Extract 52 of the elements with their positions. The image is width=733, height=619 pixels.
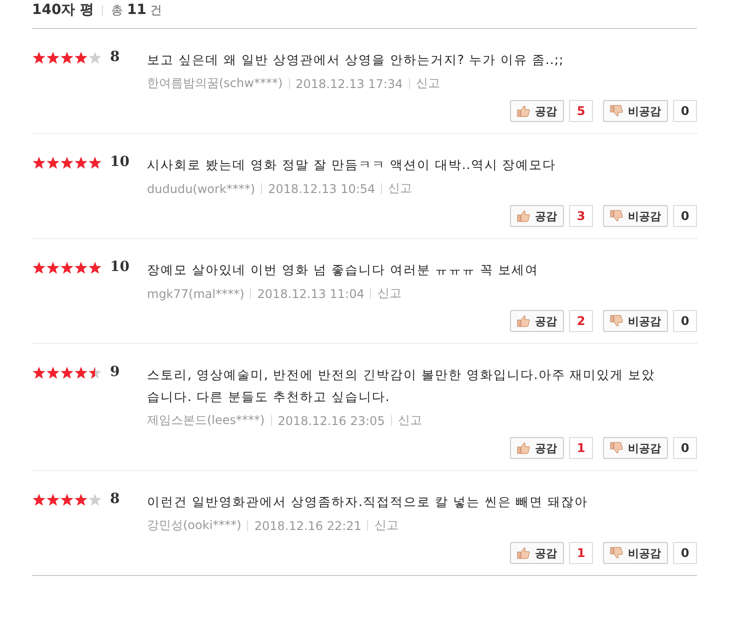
author-name: 한여름밤의꿈(schw****) [147, 75, 283, 92]
dislike-count: 0 [673, 205, 697, 227]
author-name: mgk77(mal****) [147, 286, 244, 300]
like-count: 3 [569, 205, 593, 227]
score: 8 [110, 491, 120, 507]
author-name: 강민성(ooki****) [147, 517, 242, 534]
dislike-button[interactable]: 비공감 [603, 100, 668, 122]
review-date: 2018.12.13 11:04 [257, 286, 364, 300]
like-button[interactable]: 공감 [510, 542, 564, 564]
dislike-button[interactable]: 비공감 [603, 310, 668, 332]
like-button[interactable]: 공감 [510, 100, 564, 122]
thumbs-down-icon [610, 210, 623, 222]
dislike-count: 0 [673, 542, 697, 564]
score: 10 [110, 259, 130, 275]
like-button[interactable]: 공감 [510, 437, 564, 459]
thumbs-up-icon [517, 210, 530, 222]
like-count: 2 [569, 310, 593, 332]
review-date: 2018.12.16 22:21 [254, 518, 362, 532]
review-date: 2018.12.16 23:05 [278, 414, 385, 428]
thumbs-down-icon [610, 315, 623, 327]
thumbs-down-icon [610, 442, 623, 454]
score: 10 [110, 154, 130, 170]
author-name: 제임스본드(lees****) [147, 412, 265, 429]
like-count: 1 [569, 542, 593, 564]
thumbs-up-icon [517, 315, 530, 327]
review-text: 이런건 일반영화관에서 상영좀하자.직접적으로 칼 넣는 씬은 빼면 돼잖아 [147, 493, 589, 511]
section-title: 140자 평 [32, 1, 94, 19]
dislike-button[interactable]: 비공감 [603, 205, 668, 227]
score: 9 [110, 364, 120, 380]
dislike-count: 0 [673, 310, 697, 332]
dislike-count: 0 [673, 100, 697, 122]
review-text: 장예모 살아있네 이번 영화 넘 좋습니다 여러분 ㅠㅠㅠ 꼭 보세여 [147, 261, 540, 279]
dislike-button[interactable]: 비공감 [603, 542, 668, 564]
review-text: 시사회로 봤는데 영화 정말 잘 만듬ㅋㅋ 액션이 대박..역시 장예모다 [147, 156, 558, 174]
review-date: 2018.12.13 10:54 [268, 182, 376, 196]
thumbs-up-icon [517, 547, 530, 559]
thumbs-up-icon [517, 442, 530, 454]
like-count: 5 [569, 100, 593, 122]
like-button[interactable]: 공감 [510, 205, 564, 227]
thumbs-down-icon [610, 547, 623, 559]
score: 8 [110, 49, 120, 65]
total-count: 총 11 건 [111, 2, 162, 18]
dislike-button[interactable]: 비공감 [603, 437, 668, 459]
thumbs-down-icon [610, 105, 623, 117]
thumbs-up-icon [517, 105, 530, 117]
review-text: 보고 싶은데 왜 일반 상영관에서 상영을 안하는거지? 누가 이유 좀..;; [147, 51, 565, 69]
like-button[interactable]: 공감 [510, 310, 564, 332]
review-text: 스토리, 영상예술미, 반전에 반전의 긴박감이 볼만한 영화입니다.아주 재미있게 보았습니다. 다른 분들도 추천하고 싶습니다. [147, 366, 656, 406]
like-count: 1 [569, 437, 593, 459]
author-name: dududu(work****) [147, 182, 256, 196]
dislike-count: 0 [673, 437, 697, 459]
review-date: 2018.12.13 17:34 [296, 76, 403, 90]
